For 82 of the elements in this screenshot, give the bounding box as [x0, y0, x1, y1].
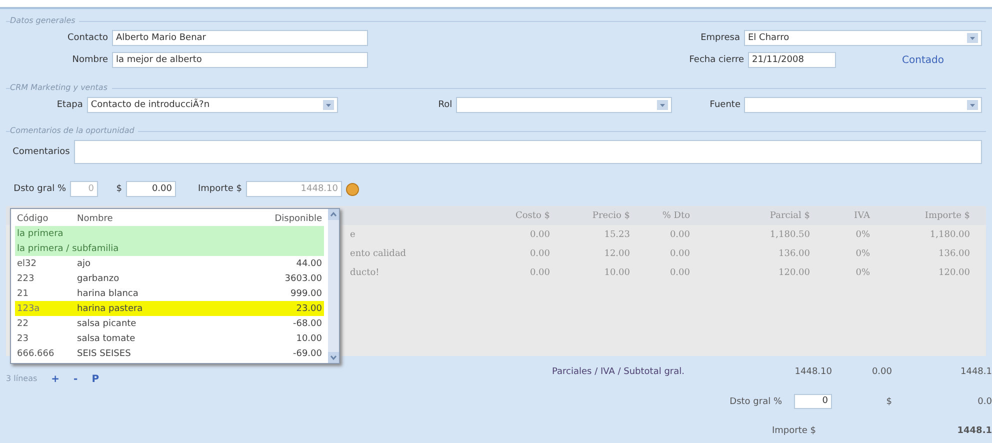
currency-label: $: [885, 396, 892, 406]
field-label: Rol: [437, 100, 452, 110]
discount-field[interactable]: 0: [794, 394, 832, 409]
table-cell-text: 0%: [854, 230, 871, 240]
totals-label: Dsto gral %: [728, 396, 782, 406]
table-cell-text: 0.00: [528, 268, 551, 278]
section-legend: CRM Marketing y ventas: [10, 83, 112, 92]
company-select[interactable]: El Charro: [744, 30, 982, 46]
totals-label: Parciales / IVA / Subtotal gral.: [552, 367, 686, 377]
table-cell-text: 120.00: [778, 268, 811, 278]
column-header: Código: [16, 214, 50, 224]
table-cell-text: 0%: [854, 248, 871, 258]
totals-label: Importe $: [771, 426, 817, 436]
field-label: Etapa: [56, 100, 83, 110]
column-header: % Dto: [661, 210, 691, 220]
field-label: Fecha cierre: [688, 55, 744, 65]
total-value: 1448.1: [960, 367, 992, 377]
table-cell-text: 0.00: [668, 268, 691, 278]
column-header: IVA: [853, 210, 872, 220]
payment-link[interactable]: Contado: [902, 54, 944, 66]
field-label: $: [115, 184, 122, 194]
column-header: Parcial $: [768, 210, 811, 220]
source-select[interactable]: [744, 97, 982, 113]
stage-select[interactable]: Contacto de introducciÃ?n: [86, 97, 338, 113]
section-legend: Comentarios de la oportunidad: [10, 126, 138, 135]
table-cell-text: 0.00: [528, 248, 551, 258]
column-header: Precio $: [591, 210, 631, 220]
product-row[interactable]: 223 garbanzo 3603.00: [15, 271, 324, 286]
amount-field[interactable]: 0.00: [126, 181, 176, 197]
table-cell-text: 1,180.00: [928, 230, 971, 240]
field-label: Empresa: [700, 33, 740, 43]
product-row[interactable]: 22 salsa picante -68.00: [15, 316, 324, 331]
table-cell-text: 0.00: [668, 230, 691, 240]
table-cell-text: e: [349, 230, 356, 240]
coin-icon[interactable]: [346, 182, 359, 196]
contact-field[interactable]: Alberto Mario Benar: [112, 30, 368, 46]
table-cell-text: 136.00: [778, 248, 811, 258]
table-cell-text: 0%: [854, 268, 871, 278]
table-cell-text: 15.23: [603, 230, 631, 240]
table-cell-text: 136.00: [938, 248, 971, 258]
section-legend: Datos generales: [10, 16, 80, 25]
table-cell-text: ducto!: [349, 268, 380, 278]
table-cell-text: 0.00: [668, 248, 691, 258]
column-header: Nombre: [76, 214, 114, 224]
caret-icon: [323, 100, 334, 110]
comments-field[interactable]: [74, 140, 982, 164]
date-field[interactable]: 21/11/2008: [748, 52, 836, 68]
column-header: Costo $: [514, 210, 551, 220]
field-label: Contacto: [66, 33, 108, 43]
toolbar-action[interactable]: P: [92, 374, 100, 385]
table-cell-text: 0.00: [528, 230, 551, 240]
line-count: 3 líneas: [6, 374, 38, 383]
field-label: Dsto gral %: [12, 184, 66, 194]
table-cell-text: 10.00: [603, 268, 631, 278]
scroll-down-icon[interactable]: [328, 352, 339, 363]
name-field[interactable]: la mejor de alberto: [112, 52, 368, 68]
field-label: Nombre: [71, 55, 108, 65]
product-row[interactable]: 123a harina pastera 23.00: [15, 301, 324, 316]
field-label: Fuente: [708, 100, 740, 110]
product-row[interactable]: el32 ajo 44.00: [15, 256, 324, 271]
grand-total: 1448.1: [956, 426, 992, 436]
caret-icon: [966, 100, 978, 110]
total-value: 1448.10: [794, 367, 832, 377]
field-label: Importe $: [197, 184, 242, 194]
group-row[interactable]: la primera / subfamilia: [15, 241, 324, 256]
caret-icon: [967, 33, 978, 43]
toolbar-action[interactable]: -: [74, 374, 78, 385]
toolbar-action[interactable]: +: [51, 374, 60, 385]
caret-icon: [656, 100, 668, 110]
table-cell-text: 12.00: [603, 248, 631, 258]
total-value: 0.00: [870, 367, 892, 377]
column-header: Importe $: [924, 210, 971, 220]
table-cell-text: 1,180.50: [768, 230, 811, 240]
scroll-up-icon[interactable]: [328, 209, 339, 220]
scrollbar[interactable]: [328, 209, 339, 363]
role-select[interactable]: [456, 97, 672, 113]
field-label: Comentarios: [12, 147, 70, 157]
table-cell-text: ento calidad: [349, 248, 408, 258]
table-cell-text: 120.00: [938, 268, 971, 278]
total-value: 0.0: [976, 396, 992, 406]
column-header: Disponible: [274, 214, 323, 224]
group-row[interactable]: la primera: [15, 226, 324, 241]
